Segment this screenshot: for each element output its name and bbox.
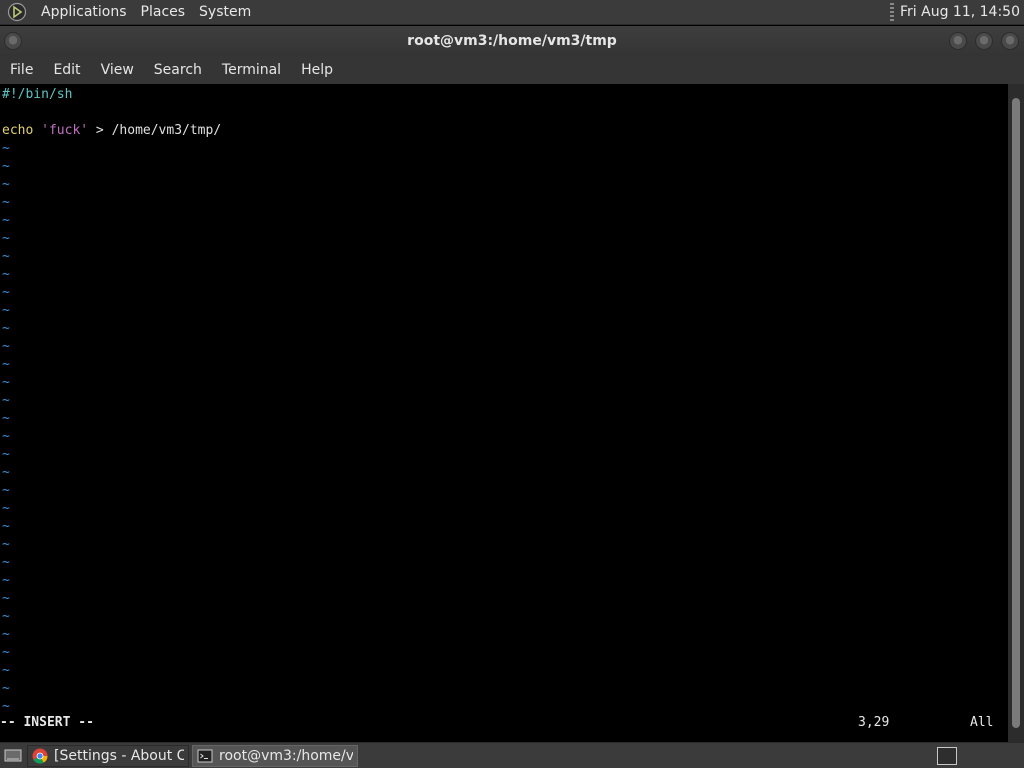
- empty-line-tilde: ~: [2, 285, 10, 300]
- taskbar-item-settings[interactable]: [Settings - About C...: [27, 744, 189, 767]
- window-title: root@vm3:/home/vm3/tmp: [407, 33, 617, 49]
- workspace-switcher[interactable]: [937, 747, 957, 765]
- chrome-icon: [32, 748, 48, 763]
- empty-line-tilde: ~: [2, 537, 10, 552]
- taskbar-label-terminal: root@vm3:/home/v...: [219, 747, 353, 764]
- taskbar-item-terminal[interactable]: root@vm3:/home/v...: [192, 744, 358, 767]
- empty-line-tilde: ~: [2, 627, 10, 642]
- menu-file[interactable]: File: [0, 62, 43, 78]
- empty-line-tilde: ~: [2, 609, 10, 624]
- applications-menu[interactable]: Applications: [34, 4, 134, 20]
- empty-line-tilde: ~: [2, 447, 10, 462]
- places-menu[interactable]: Places: [134, 4, 193, 20]
- empty-line-tilde: ~: [2, 429, 10, 444]
- empty-line-tilde: ~: [2, 321, 10, 336]
- minimize-button[interactable]: [949, 32, 967, 50]
- menu-view[interactable]: View: [91, 62, 144, 78]
- file-position: All: [970, 715, 994, 730]
- string-literal: 'fuck': [41, 123, 89, 138]
- editor-line-3: echo 'fuck' > /home/vm3/tmp/: [2, 122, 221, 140]
- window-menu-button[interactable]: [4, 32, 22, 50]
- empty-line-tilde: ~: [2, 177, 10, 192]
- panel-grip-handle[interactable]: [890, 3, 895, 21]
- vim-mode-indicator: -- INSERT --: [0, 715, 94, 730]
- redirect-path: > /home/vm3/tmp/: [88, 123, 222, 138]
- empty-line-tilde: ~: [2, 357, 10, 372]
- window-title-bar[interactable]: root@vm3:/home/vm3/tmp: [0, 26, 1024, 56]
- menu-terminal[interactable]: Terminal: [212, 62, 291, 78]
- empty-line-tilde: ~: [2, 573, 10, 588]
- empty-line-tilde: ~: [2, 501, 10, 516]
- empty-line-tilde: ~: [2, 375, 10, 390]
- scrollbar-thumb[interactable]: [1012, 98, 1020, 728]
- echo-keyword: echo: [2, 123, 34, 138]
- menu-search[interactable]: Search: [144, 62, 212, 78]
- system-menu[interactable]: System: [192, 4, 258, 20]
- terminal-area[interactable]: #!/bin/sh echo 'fuck' > /home/vm3/tmp/ ~…: [0, 84, 1008, 742]
- empty-line-tilde: ~: [2, 411, 10, 426]
- top-panel: Applications Places System Fri Aug 11, 1…: [0, 0, 1024, 25]
- bottom-panel: [Settings - About C... root@vm3:/home/v.…: [0, 742, 1024, 768]
- empty-line-tilde: ~: [2, 249, 10, 264]
- empty-line-tilde: ~: [2, 393, 10, 408]
- empty-line-tilde: ~: [2, 267, 10, 282]
- clock[interactable]: Fri Aug 11, 14:50: [900, 4, 1024, 20]
- empty-line-tilde: ~: [2, 591, 10, 606]
- cursor-position: 3,29: [858, 715, 890, 730]
- show-desktop-icon[interactable]: [3, 747, 23, 765]
- terminal-menu-bar: File Edit View Search Terminal Help: [0, 56, 1024, 84]
- terminal-scrollbar[interactable]: [1008, 84, 1024, 742]
- panel-menus: Applications Places System: [34, 4, 258, 20]
- close-button[interactable]: [1001, 32, 1019, 50]
- menu-edit[interactable]: Edit: [43, 62, 90, 78]
- maximize-button[interactable]: [975, 32, 993, 50]
- empty-line-tilde: ~: [2, 231, 10, 246]
- empty-line-tilde: ~: [2, 681, 10, 696]
- panel-right: Fri Aug 11, 14:50: [890, 3, 1024, 21]
- terminal-icon: [197, 749, 213, 762]
- taskbar-label-settings: [Settings - About C...: [54, 747, 184, 764]
- editor-line-1: #!/bin/sh: [2, 87, 73, 102]
- empty-line-tilde: ~: [2, 213, 10, 228]
- empty-line-tilde: ~: [2, 555, 10, 570]
- empty-line-tilde: ~: [2, 303, 10, 318]
- empty-line-tilde: ~: [2, 339, 10, 354]
- empty-line-tilde: ~: [2, 483, 10, 498]
- empty-line-tilde: ~: [2, 645, 10, 660]
- distro-logo-icon[interactable]: [6, 1, 28, 23]
- empty-line-tilde: ~: [2, 141, 10, 156]
- empty-line-tilde: ~: [2, 663, 10, 678]
- menu-help[interactable]: Help: [291, 62, 343, 78]
- empty-line-tilde: ~: [2, 519, 10, 534]
- empty-line-tilde: ~: [2, 195, 10, 210]
- empty-line-tilde: ~: [2, 159, 10, 174]
- empty-line-tilde: ~: [2, 465, 10, 480]
